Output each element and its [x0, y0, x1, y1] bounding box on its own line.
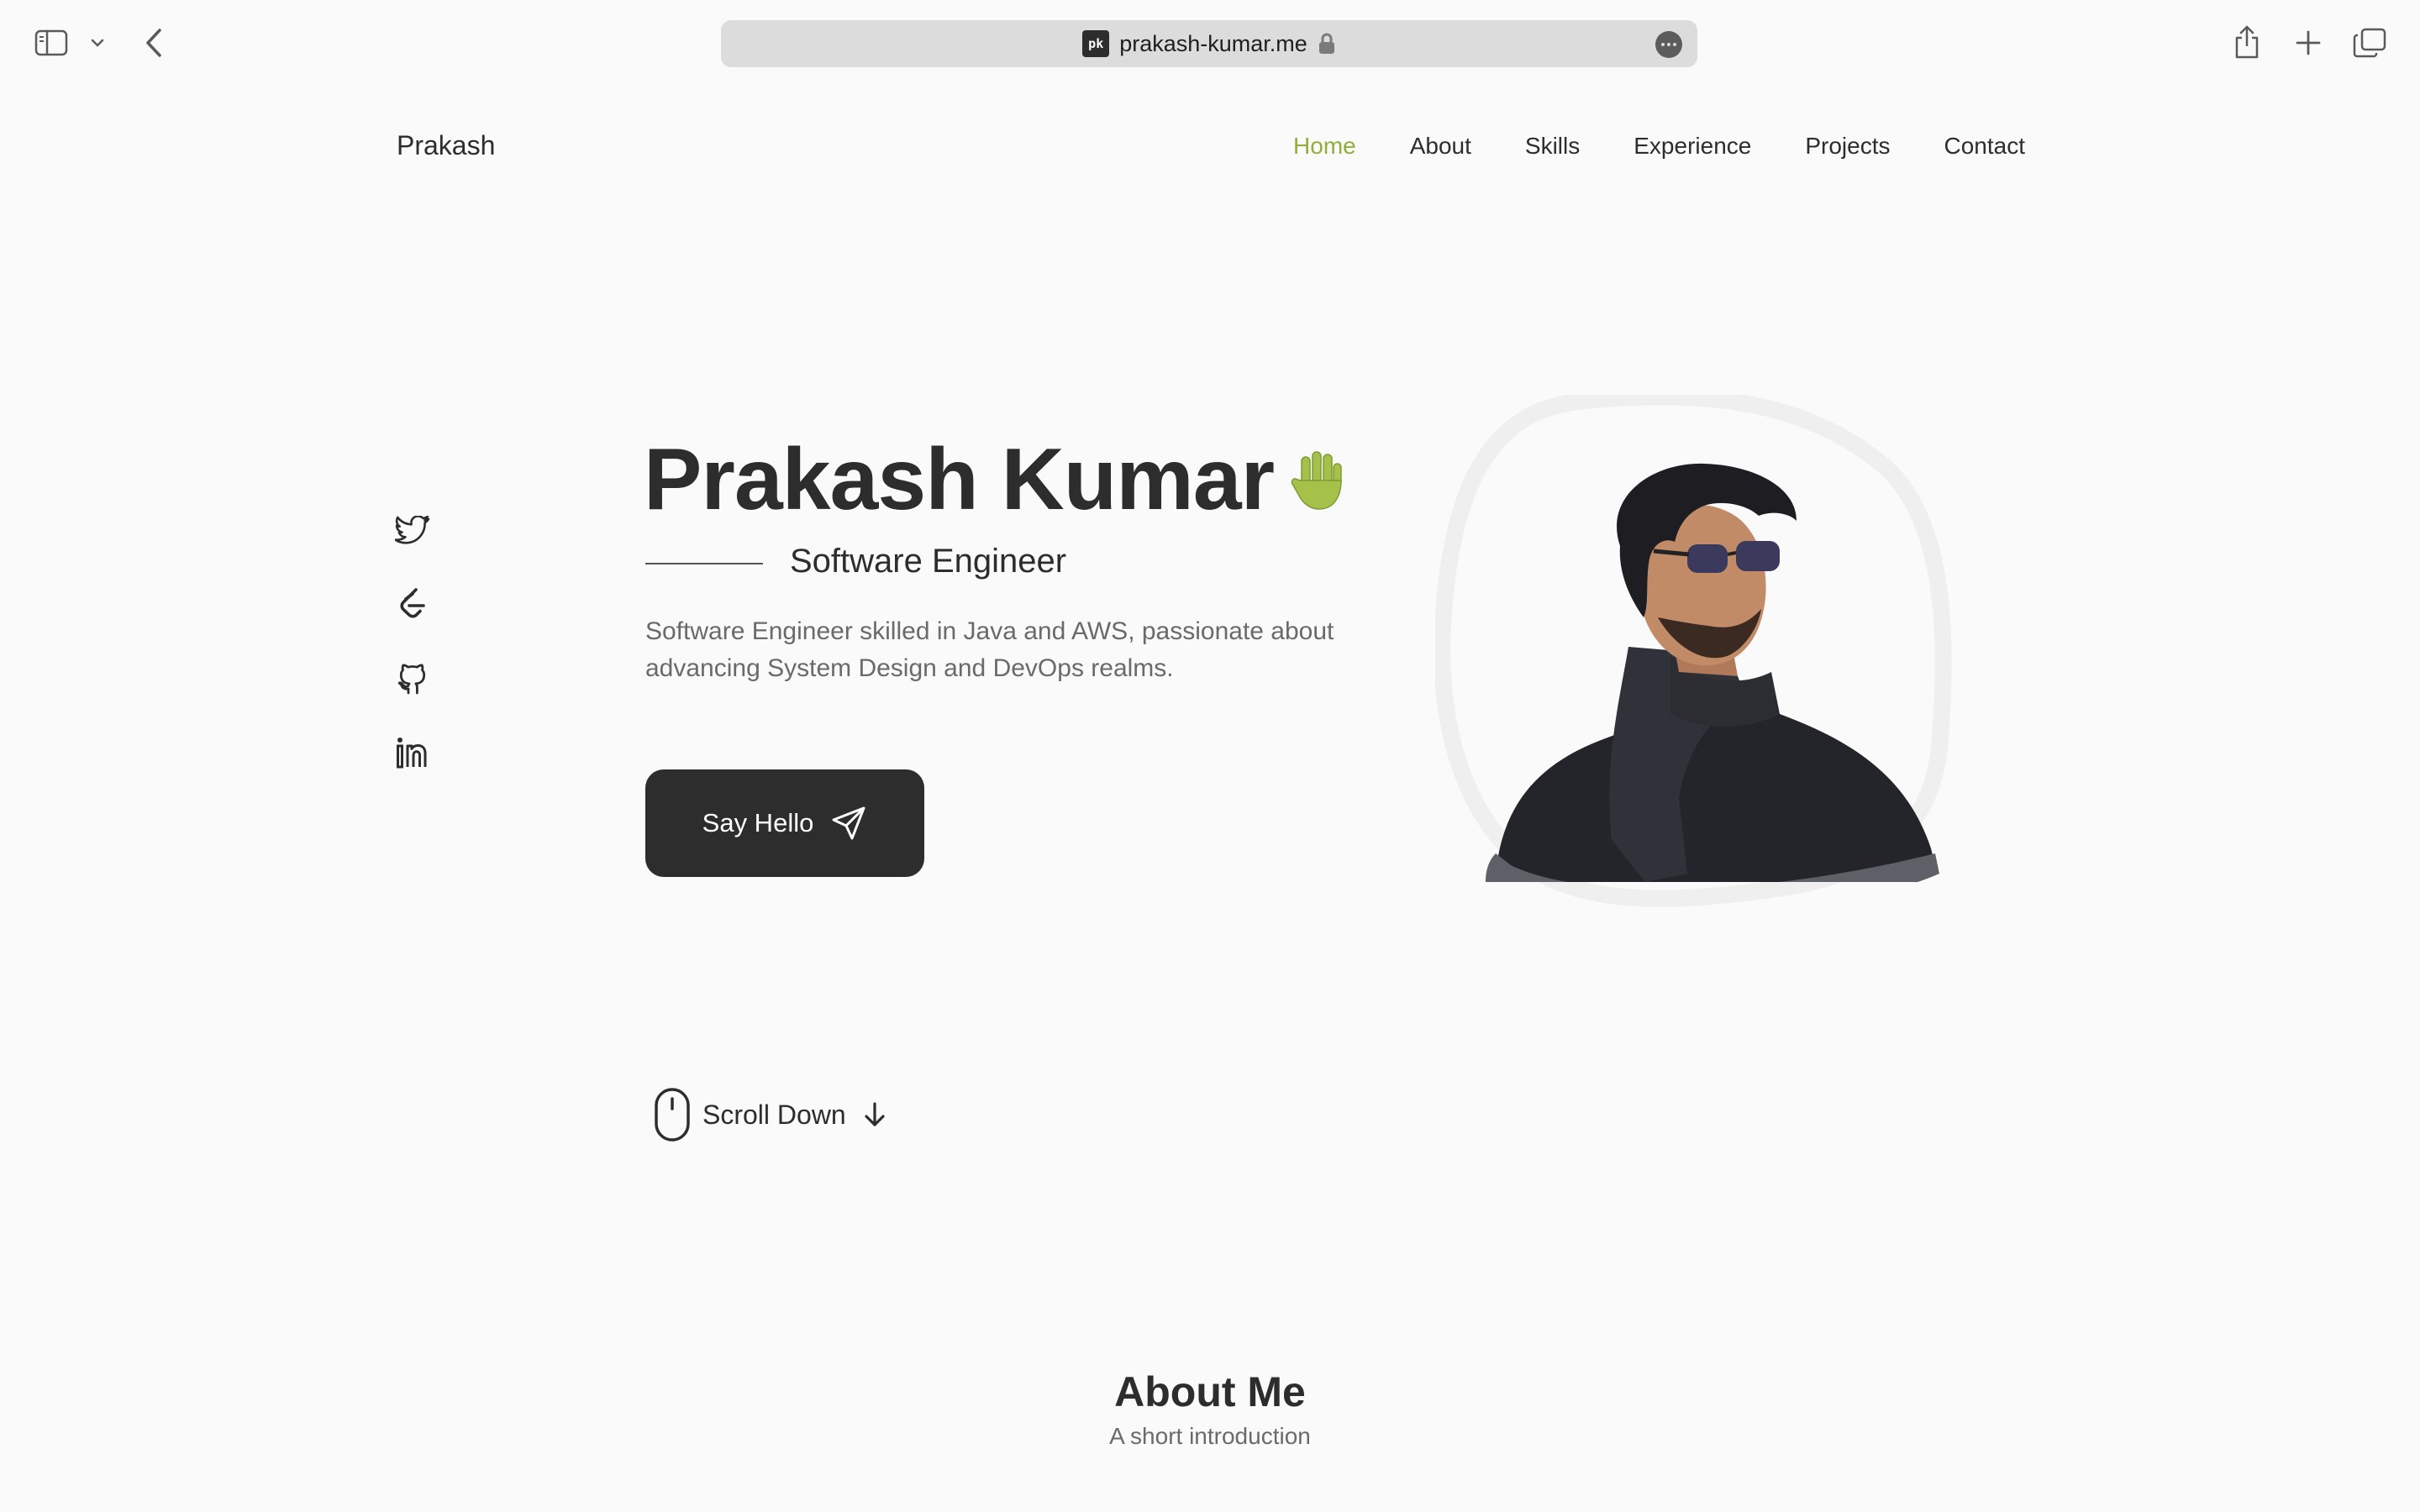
hero-name: Prakash Kumar — [644, 430, 1355, 530]
arrow-down-icon — [863, 1101, 886, 1128]
hero-name-text: Prakash Kumar — [644, 431, 1275, 528]
subtitle-row: Software Engineer — [645, 543, 1066, 580]
site-brand[interactable]: Prakash — [397, 130, 495, 161]
nav-skills[interactable]: Skills — [1525, 133, 1580, 160]
mouse-icon — [654, 1087, 691, 1142]
browser-toolbar: pk prakash-kumar.me — [0, 0, 2420, 87]
github-icon[interactable] — [395, 662, 430, 696]
share-icon[interactable] — [2230, 22, 2264, 62]
nav-projects[interactable]: Projects — [1805, 133, 1890, 160]
profile-image — [1435, 395, 1956, 907]
more-options-icon[interactable] — [1655, 31, 1682, 58]
say-hello-button[interactable]: Say Hello — [645, 769, 924, 877]
address-bar[interactable]: pk prakash-kumar.me — [721, 20, 1697, 67]
chevron-down-icon[interactable] — [87, 30, 108, 55]
nav-contact[interactable]: Contact — [1944, 133, 2026, 160]
main-nav: Home About Skills Experience Projects Co… — [1293, 133, 2025, 160]
tab-overview-icon[interactable] — [2351, 25, 2388, 60]
about-title: About Me — [1114, 1368, 1306, 1415]
scroll-down-label: Scroll Down — [702, 1099, 846, 1130]
hero-subtitle: Software Engineer — [790, 543, 1067, 580]
scroll-down-link[interactable]: Scroll Down — [654, 1087, 886, 1142]
site-favicon: pk — [1082, 30, 1110, 57]
sidebar-toggle-icon[interactable] — [32, 25, 71, 60]
about-subtitle: A short introduction — [1109, 1423, 1311, 1449]
linkedin-icon[interactable] — [395, 736, 430, 769]
nav-about[interactable]: About — [1410, 133, 1471, 160]
back-arrow-icon[interactable] — [141, 24, 166, 62]
leetcode-icon[interactable] — [395, 588, 430, 622]
url-text: prakash-kumar.me — [1119, 30, 1307, 56]
twitter-icon[interactable] — [395, 514, 430, 548]
avatar — [1486, 463, 1939, 882]
lock-icon — [1318, 33, 1336, 55]
say-hello-label: Say Hello — [702, 808, 814, 837]
nav-experience[interactable]: Experience — [1634, 133, 1751, 160]
nav-home[interactable]: Home — [1293, 133, 1356, 160]
social-links — [395, 514, 430, 769]
plus-icon[interactable] — [2291, 25, 2326, 60]
send-icon — [830, 805, 867, 842]
waving-hand-icon — [1287, 447, 1355, 514]
subtitle-divider — [645, 562, 763, 564]
hero-description: Software Engineer skilled in Java and AW… — [645, 617, 1334, 682]
